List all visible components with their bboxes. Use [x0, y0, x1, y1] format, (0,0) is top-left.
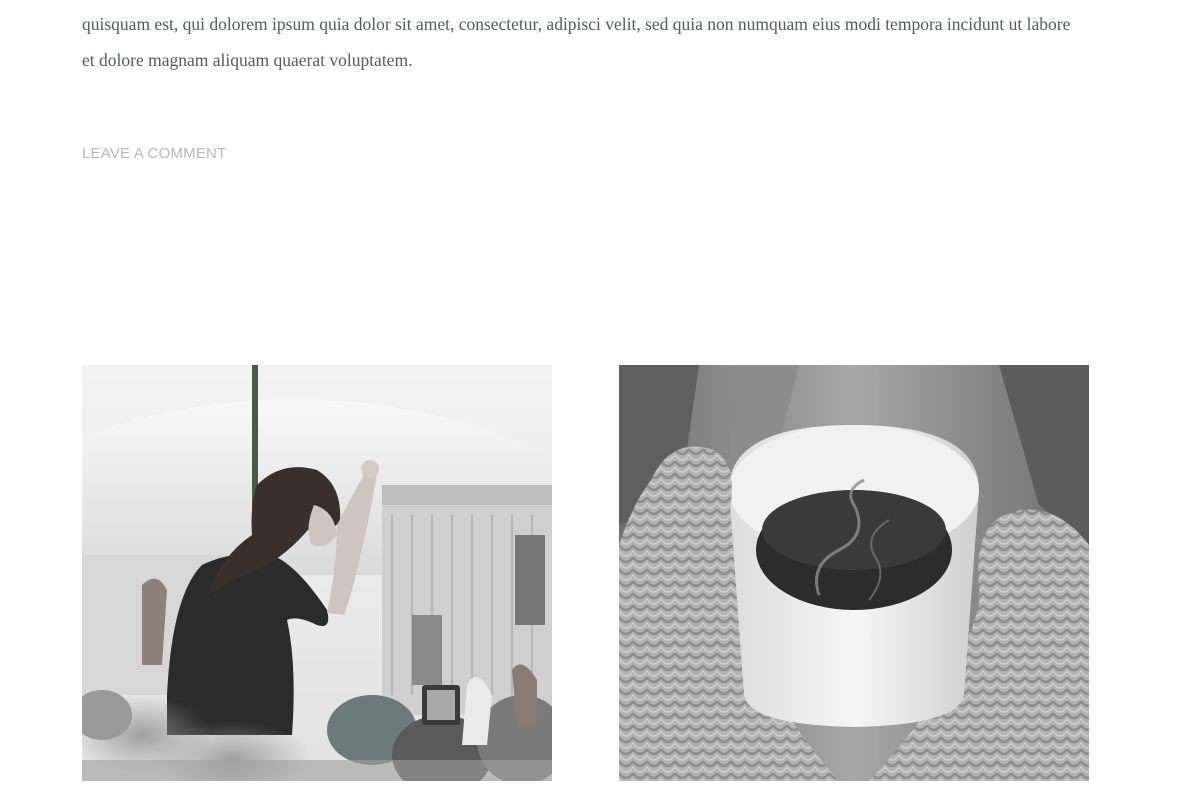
excerpt-line-1: quisquam est, qui dolorem ipsum quia dol…: [82, 14, 1071, 34]
leave-comment-link[interactable]: LEAVE A COMMENT: [82, 145, 226, 162]
concert-crowd-image: [82, 365, 552, 781]
post-excerpt: quisquam est, qui dolorem ipsum quia dol…: [82, 6, 1092, 78]
excerpt-line-2: et dolore magnam aliquam quaerat volupta…: [82, 50, 413, 70]
coffee-mittens-image: [619, 365, 1089, 781]
hot-coffee-mittens-photo[interactable]: [619, 365, 1089, 781]
concert-crowd-photo[interactable]: [82, 365, 552, 781]
